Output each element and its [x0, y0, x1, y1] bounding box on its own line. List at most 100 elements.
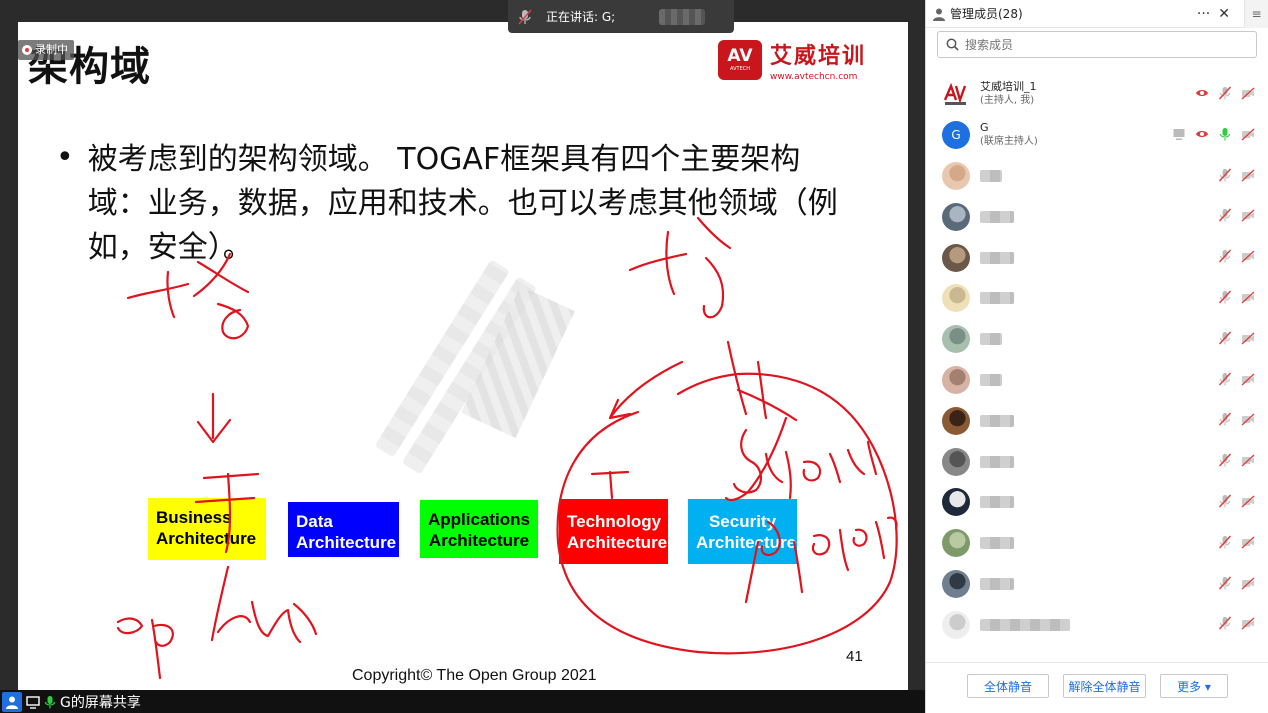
member-name-blurred: [980, 251, 1014, 264]
member-row[interactable]: [926, 156, 1268, 197]
security-architecture-box: Security Architecture: [688, 499, 797, 564]
mic-muted-icon[interactable]: [1218, 576, 1232, 590]
mic-muted-icon[interactable]: [1218, 372, 1232, 386]
member-row[interactable]: [926, 564, 1268, 605]
box-line: Business: [156, 508, 232, 527]
member-row[interactable]: [926, 441, 1268, 482]
video-off-icon[interactable]: [1241, 208, 1255, 222]
member-name-blurred: [980, 210, 1014, 223]
box-line: Technology: [567, 512, 662, 531]
business-architecture-box: Business Architecture: [148, 498, 266, 560]
avatar: [942, 488, 970, 517]
member-status-icons: [1218, 168, 1255, 182]
member-status-icons: [1218, 494, 1255, 508]
logo-mark-sub: AVTECH: [730, 66, 750, 72]
member-row[interactable]: [926, 482, 1268, 523]
member-role: (主持人, 我): [980, 95, 1035, 107]
member-row[interactable]: [926, 400, 1268, 441]
recording-badge[interactable]: 录制中: [18, 40, 74, 60]
member-name-blurred: [980, 537, 1014, 550]
member-row[interactable]: [926, 319, 1268, 360]
screen-share-icon[interactable]: [1172, 127, 1186, 141]
mic-muted-icon[interactable]: [1218, 208, 1232, 222]
video-off-icon[interactable]: [1241, 331, 1255, 345]
member-row[interactable]: [926, 604, 1268, 645]
member-status-icons: [1218, 331, 1255, 345]
box-line: Architecture: [156, 529, 257, 548]
slide-copyright: Copyright© The Open Group 2021: [352, 667, 597, 684]
mic-muted-icon[interactable]: [1218, 535, 1232, 549]
member-name-blurred: [980, 618, 1070, 631]
member-name-block: 艾威培训_1 (主持人, 我): [980, 80, 1037, 108]
share-label: G的屏幕共享: [60, 694, 141, 711]
ink-stroke: [590, 470, 630, 500]
user-icon[interactable]: [2, 691, 22, 712]
video-off-icon[interactable]: [1241, 290, 1255, 304]
camera-on-icon[interactable]: [1195, 86, 1209, 100]
members-panel-header: 管理成员(28) ··· ✕ ≡: [926, 0, 1268, 28]
members-panel: 管理成员(28) ··· ✕ ≡ 艾威培训_1(主持人, 我) GG(联席主持人)…: [925, 0, 1268, 713]
video-off-icon[interactable]: [1241, 168, 1255, 182]
member-name: 艾威培训_1: [980, 80, 1037, 94]
member-row[interactable]: [926, 360, 1268, 401]
video-off-icon[interactable]: [1241, 616, 1255, 630]
mic-muted-icon[interactable]: [1218, 168, 1232, 182]
slide-page-number: 41: [846, 648, 863, 665]
member-row[interactable]: [926, 278, 1268, 319]
member-row[interactable]: [926, 237, 1268, 278]
box-line: Applications: [428, 510, 531, 529]
panel-menu-icon[interactable]: ≡: [1244, 0, 1268, 28]
video-off-icon[interactable]: [1241, 86, 1255, 100]
unmute-all-button[interactable]: 解除全体静音: [1063, 674, 1146, 698]
video-off-icon[interactable]: [1241, 412, 1255, 426]
close-icon[interactable]: ✕: [1218, 6, 1230, 22]
slide-bullet: • 被考虑到的架构领域。 TOGAF框架具有四个主要架构域：业务，数据，应用和技…: [56, 138, 856, 270]
member-search-box[interactable]: [937, 31, 1257, 58]
box-line: Architecture: [296, 533, 397, 552]
video-off-icon[interactable]: [1241, 535, 1255, 549]
member-row[interactable]: 艾威培训_1 (主持人, 我): [926, 74, 1268, 115]
member-status-icons: [1218, 290, 1255, 304]
member-row[interactable]: [926, 523, 1268, 564]
logo-name: 艾威培训: [770, 44, 867, 69]
video-off-icon[interactable]: [1241, 453, 1255, 467]
mic-muted-icon[interactable]: [1218, 86, 1232, 100]
recording-label: 录制中: [35, 43, 68, 56]
screen-share-bar[interactable]: G的屏幕共享: [0, 690, 925, 713]
member-list: 艾威培训_1 (主持人, 我) G G (联席主持人): [926, 74, 1268, 645]
avatar: [942, 284, 970, 313]
member-name-blurred: [980, 496, 1014, 509]
search-icon: [946, 38, 959, 51]
member-name-blurred: [980, 169, 1002, 182]
member-row[interactable]: G G (联席主持人): [926, 115, 1268, 156]
mic-muted-icon[interactable]: [1218, 331, 1232, 345]
mute-all-button[interactable]: 全体静音: [967, 674, 1049, 698]
mic-active-icon: [44, 695, 56, 708]
avatar: [942, 80, 970, 109]
video-off-icon[interactable]: [1241, 372, 1255, 386]
mic-muted-icon[interactable]: [1218, 616, 1232, 630]
more-options-icon[interactable]: ···: [1197, 6, 1210, 22]
video-off-icon[interactable]: [1241, 127, 1255, 141]
mic-muted-icon[interactable]: [1218, 249, 1232, 263]
member-search-input[interactable]: [965, 37, 1245, 52]
mic-muted-icon[interactable]: [1218, 494, 1232, 508]
camera-on-icon[interactable]: [1195, 127, 1209, 141]
video-off-icon[interactable]: [1241, 494, 1255, 508]
more-button[interactable]: 更多 ▾: [1160, 674, 1228, 698]
bullet-marker: •: [56, 140, 74, 175]
mic-active-icon[interactable]: [1218, 127, 1232, 141]
ink-stroke: [116, 617, 174, 680]
mic-muted-icon[interactable]: [1218, 412, 1232, 426]
video-off-icon[interactable]: [1241, 576, 1255, 590]
member-row[interactable]: [926, 196, 1268, 237]
video-off-icon[interactable]: [1241, 249, 1255, 263]
member-status-icons: [1218, 412, 1255, 426]
ink-stroke: [608, 360, 684, 420]
box-line: Architecture: [696, 533, 797, 552]
ink-stroke: [724, 416, 788, 502]
mic-muted-icon[interactable]: [1218, 290, 1232, 304]
member-status-icons: [1218, 372, 1255, 386]
member-status-icons: [1218, 453, 1255, 467]
mic-muted-icon[interactable]: [1218, 453, 1232, 467]
